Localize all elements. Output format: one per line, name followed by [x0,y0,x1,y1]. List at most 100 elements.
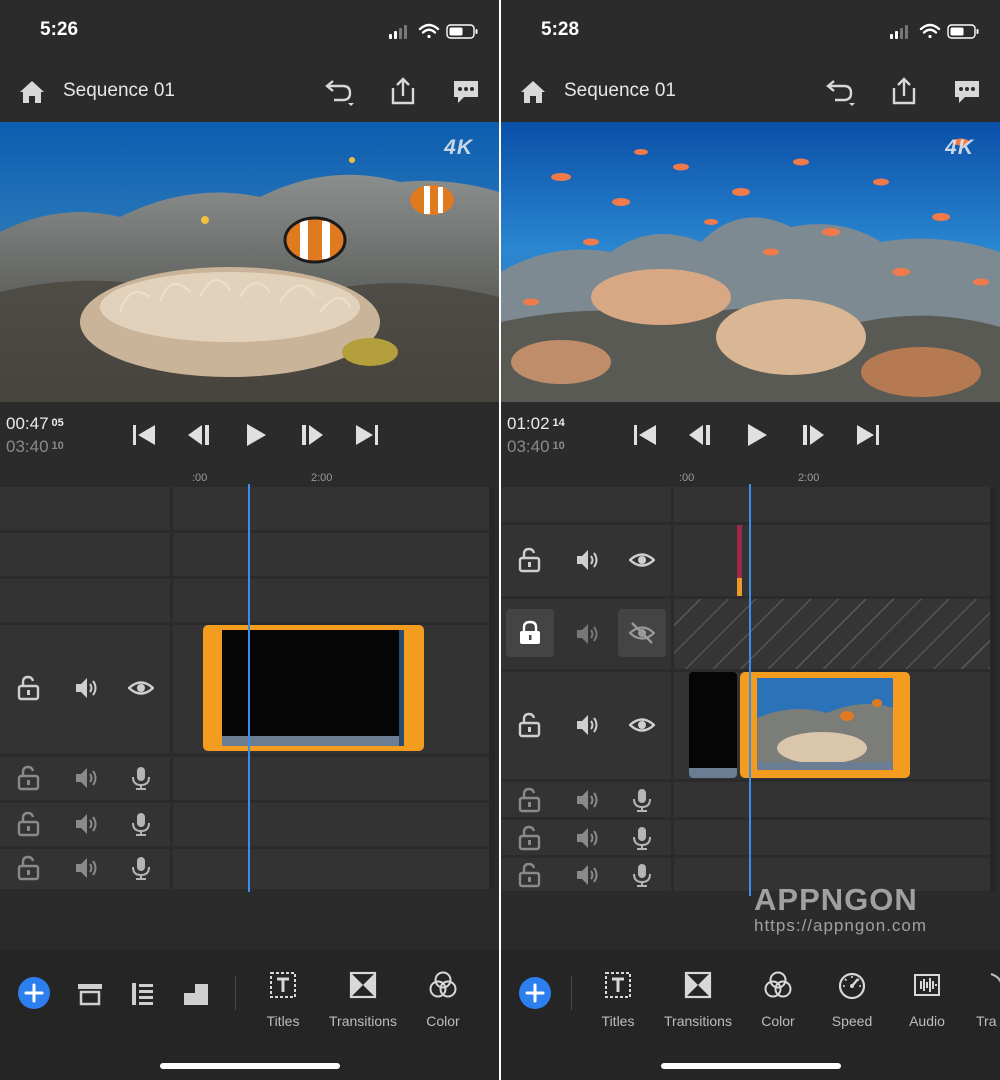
add-media-button[interactable] [18,977,50,1009]
microphone-icon[interactable] [629,787,655,813]
comment-icon[interactable] [451,77,481,107]
audio-track-lane[interactable] [173,757,489,800]
timeline-scrollbar[interactable] [489,487,495,889]
comment-icon[interactable] [952,77,982,107]
tool-color[interactable]: Color [403,970,483,1030]
track-lane[interactable] [173,579,489,622]
playhead[interactable] [248,484,250,892]
audio-track-lane[interactable] [674,820,990,855]
microphone-icon[interactable] [629,862,655,888]
skip-to-end-icon[interactable] [853,420,883,450]
video-track-lane[interactable] [173,625,489,753]
speaker-icon[interactable] [574,712,600,738]
current-frames: 05 [51,417,64,429]
video-preview[interactable]: 4K [501,122,1000,402]
tool-transform[interactable]: Tra [956,970,1000,1030]
timeline-scrollbar[interactable] [990,487,996,891]
tool-titles[interactable]: Titles [243,970,323,1030]
resolution-badge: 4K [945,136,974,159]
sequence-title[interactable]: Sequence 01 [564,80,676,102]
audio-track-lane[interactable] [173,849,489,889]
preview-frame [501,122,1000,402]
microphone-icon[interactable] [128,765,154,791]
home-icon[interactable] [518,77,548,107]
tool-audio[interactable]: Audio [887,970,967,1030]
skip-to-start-icon[interactable] [129,420,159,450]
skip-to-start-icon[interactable] [630,420,660,450]
speaker-icon[interactable] [574,862,600,888]
video-clip-selected[interactable] [740,672,910,778]
play-icon[interactable] [240,420,270,450]
tool-transitions[interactable]: Transitions [658,970,738,1030]
speaker-icon[interactable] [574,787,600,813]
unlock-icon[interactable] [16,811,42,837]
video-preview[interactable]: 4K [0,122,499,402]
video-track-lane[interactable] [674,672,990,779]
signal-icon [389,25,407,39]
step-back-icon[interactable] [686,420,716,450]
tool-color[interactable]: Color [738,970,818,1030]
track-lane[interactable] [173,487,489,530]
multitrack-icon[interactable] [129,980,157,1008]
play-icon[interactable] [741,420,771,450]
speaker-icon[interactable] [574,547,600,573]
tool-titles[interactable]: Titles [578,970,658,1030]
current-timecode: 00:47 05 [6,414,64,434]
track-layout-icon[interactable] [76,980,104,1008]
audio-track-lane[interactable] [674,782,990,817]
audio-track-lane[interactable] [173,803,489,846]
home-indicator[interactable] [160,1063,340,1069]
microphone-icon[interactable] [128,811,154,837]
speed-icon [838,972,866,1000]
title-clip-marker[interactable] [737,578,742,596]
unlock-icon[interactable] [16,765,42,791]
share-icon[interactable] [889,76,919,106]
color-icon [764,971,792,998]
eye-icon[interactable] [128,675,154,701]
speaker-icon[interactable] [574,825,600,851]
speaker-icon[interactable] [73,811,99,837]
unlock-icon[interactable] [16,855,42,881]
add-media-button[interactable] [519,977,551,1009]
video-track-lane[interactable] [674,525,990,596]
unlock-icon[interactable] [517,862,543,888]
lock-button-active[interactable] [506,609,554,657]
tool-transitions[interactable]: Transitions [323,970,403,1030]
home-icon[interactable] [17,77,47,107]
undo-icon[interactable] [322,77,356,107]
microphone-icon[interactable] [629,825,655,851]
skip-to-end-icon[interactable] [352,420,382,450]
locked-track-lane[interactable] [674,599,990,669]
step-forward-icon[interactable] [798,420,828,450]
speaker-icon[interactable] [574,621,600,647]
track-lane[interactable] [674,487,990,522]
unlock-icon[interactable] [517,547,543,573]
track-lane[interactable] [173,533,489,576]
unlock-icon[interactable] [517,825,543,851]
title-clip-marker[interactable] [737,525,742,578]
eye-icon[interactable] [629,547,655,573]
aspect-ratio-icon[interactable] [182,980,210,1008]
eye-icon[interactable] [629,712,655,738]
video-clip-selected[interactable] [203,625,424,751]
speaker-icon[interactable] [73,765,99,791]
tool-speed[interactable]: Speed [812,970,892,1030]
speaker-icon[interactable] [73,675,99,701]
sequence-title[interactable]: Sequence 01 [63,80,175,102]
video-clip[interactable] [689,672,737,778]
speaker-icon[interactable] [73,855,99,881]
step-forward-icon[interactable] [297,420,327,450]
home-indicator[interactable] [661,1063,841,1069]
playhead[interactable] [749,484,751,896]
unlock-icon[interactable] [517,712,543,738]
hide-button-active[interactable] [618,609,666,657]
wifi-icon [919,23,941,39]
unlock-icon[interactable] [16,675,42,701]
microphone-icon[interactable] [128,855,154,881]
bottom-toolbar: Titles Transitions Color [0,950,499,1080]
share-icon[interactable] [388,76,418,106]
transitions-icon [349,971,377,999]
step-back-icon[interactable] [185,420,215,450]
undo-icon[interactable] [823,77,857,107]
unlock-icon[interactable] [517,787,543,813]
